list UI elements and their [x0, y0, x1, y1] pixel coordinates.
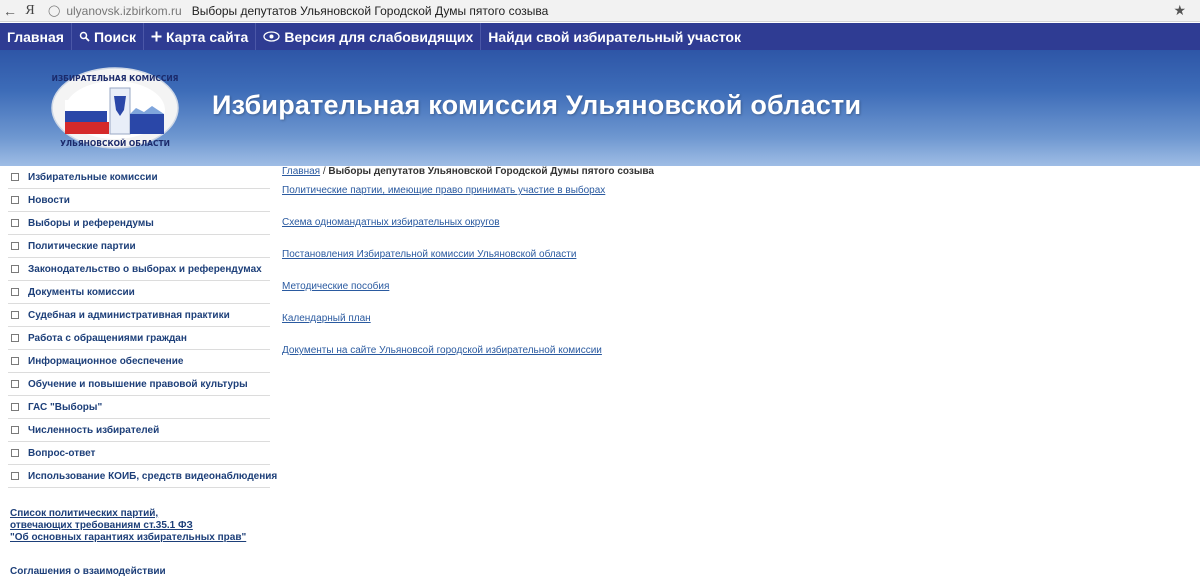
sidebar-item-label: Обучение и повышение правовой культуры [28, 378, 248, 390]
party-list-link[interactable]: Список политических партий, отвечающих т… [10, 508, 280, 544]
sidebar-item-information[interactable]: Информационное обеспечение [8, 350, 270, 373]
page-icon: ◯ [48, 5, 61, 17]
party-list-line: отвечающих требованиям ст.35.1 ФЗ [10, 520, 193, 531]
sidebar-item-court-practice[interactable]: Судебная и административная практики [8, 304, 270, 327]
sidebar-item-label: Вопрос-ответ [28, 447, 96, 459]
sidebar-item-label: Информационное обеспечение [28, 355, 184, 367]
square-bullet-icon [11, 403, 19, 411]
sidebar-item-gas-vybory[interactable]: ГАС "Выборы" [8, 396, 270, 419]
square-bullet-icon [11, 242, 19, 250]
sidebar-item-legislation[interactable]: Законодательство о выборах и референдума… [8, 258, 270, 281]
sidebar-extra-links: Список политических партий, отвечающих т… [10, 508, 280, 577]
sidebar-item-voter-count[interactable]: Численность избирателей [8, 419, 270, 442]
square-bullet-icon [11, 265, 19, 273]
square-bullet-icon [11, 311, 19, 319]
main-content: Главная / Выборы депутатов Ульяновской Г… [282, 166, 1182, 377]
breadcrumb: Главная / Выборы депутатов Ульяновской Г… [282, 166, 1182, 178]
address-bar-title[interactable]: Выборы депутатов Ульяновской Городской Д… [192, 4, 549, 18]
square-bullet-icon [11, 288, 19, 296]
sidebar-menu: Избирательные комиссии Новости Выборы и … [8, 166, 277, 488]
sidebar-item-koib[interactable]: Использование КОИБ, средств видеонаблюде… [8, 465, 277, 488]
sidebar-item-label: Работа с обращениями граждан [28, 332, 187, 344]
nav-search[interactable]: Поиск [72, 23, 144, 50]
sidebar-item-label: Избирательные комиссии [28, 171, 158, 183]
nav-find-precinct-label: Найди свой избирательный участок [488, 28, 741, 45]
sidebar-item-education[interactable]: Обучение и повышение правовой культуры [8, 373, 270, 396]
nav-sitemap-label: Карта сайта [165, 28, 249, 45]
nav-sitemap[interactable]: Карта сайта [144, 23, 257, 50]
square-bullet-icon [11, 357, 19, 365]
breadcrumb-home-link[interactable]: Главная [282, 166, 320, 177]
square-bullet-icon [11, 334, 19, 342]
link-calendar-plan[interactable]: Календарный план [282, 313, 1182, 345]
site-title: Избирательная комиссия Ульяновской облас… [212, 90, 862, 120]
link-resolutions[interactable]: Постановления Избирательной комиссии Уль… [282, 249, 1182, 281]
election-links-list: Политические партии, имеющие право прини… [282, 185, 1182, 377]
logo-text-bottom: УЛЬЯНОВСКОЙ ОБЛАСТИ [60, 139, 170, 148]
eye-icon [263, 29, 281, 45]
sidebar-item-label: ГАС "Выборы" [28, 401, 103, 413]
sidebar-item-commissions[interactable]: Избирательные комиссии [8, 166, 270, 189]
sidebar-item-faq[interactable]: Вопрос-ответ [8, 442, 270, 465]
sidebar-item-label: Документы комиссии [28, 286, 135, 298]
nav-find-precinct[interactable]: Найди свой избирательный участок [481, 23, 748, 50]
commission-logo[interactable]: ИЗБИРАТЕЛЬНАЯ КОМИССИЯ УЛЬЯНОВСКОЙ ОБЛАС… [50, 66, 180, 150]
square-bullet-icon [11, 472, 19, 480]
sidebar-item-documents[interactable]: Документы комиссии [8, 281, 270, 304]
sidebar-item-label: Законодательство о выборах и референдума… [28, 263, 262, 275]
plus-icon [151, 29, 162, 45]
search-icon [79, 29, 90, 45]
square-bullet-icon [11, 196, 19, 204]
star-icon[interactable]: ★ [1173, 2, 1186, 19]
header-banner: ИЗБИРАТЕЛЬНАЯ КОМИССИЯ УЛЬЯНОВСКОЙ ОБЛАС… [0, 50, 1200, 166]
link-districts-scheme[interactable]: Схема одномандатных избирательных округо… [282, 217, 1182, 249]
sidebar-item-appeals[interactable]: Работа с обращениями граждан [8, 327, 270, 350]
browser-logo[interactable]: Я [20, 3, 40, 19]
square-bullet-icon [11, 426, 19, 434]
square-bullet-icon [11, 219, 19, 227]
nav-search-label: Поиск [93, 28, 136, 45]
logo-text-top: ИЗБИРАТЕЛЬНАЯ КОМИССИЯ [52, 74, 179, 83]
back-arrow-icon[interactable]: ← [0, 0, 20, 22]
square-bullet-icon [11, 449, 19, 457]
square-bullet-icon [11, 380, 19, 388]
sidebar-item-label: Выборы и референдумы [28, 217, 154, 229]
sidebar-item-label: Численность избирателей [28, 424, 160, 436]
agreements-link[interactable]: Соглашения о взаимодействии [10, 566, 280, 577]
nav-home[interactable]: Главная [0, 23, 72, 50]
breadcrumb-current: Выборы депутатов Ульяновской Городской Д… [328, 166, 654, 177]
sidebar-item-label: Новости [28, 194, 70, 206]
link-city-commission-docs[interactable]: Документы на сайте Ульяновсой городской … [282, 345, 1182, 377]
nav-home-label: Главная [7, 28, 64, 45]
sidebar-item-news[interactable]: Новости [8, 189, 270, 212]
party-list-line: "Об основных гарантиях избирательных пра… [10, 532, 247, 543]
sidebar-item-parties[interactable]: Политические партии [8, 235, 270, 258]
square-bullet-icon [11, 173, 19, 181]
sidebar-item-label: Судебная и административная практики [28, 309, 230, 321]
browser-toolbar: ← Я ◯ ulyanovsk.izbirkom.ru Выборы депут… [0, 0, 1200, 22]
address-bar-url[interactable]: ulyanovsk.izbirkom.ru [66, 4, 181, 18]
sidebar-item-label: Политические партии [28, 240, 136, 252]
party-list-line: Список политических партий, [10, 508, 159, 519]
sidebar-item-elections[interactable]: Выборы и референдумы [8, 212, 270, 235]
sidebar-item-label: Использование КОИБ, средств видеонаблюде… [28, 470, 278, 482]
link-manuals[interactable]: Методические пособия [282, 281, 1182, 313]
link-parties-eligible[interactable]: Политические партии, имеющие право прини… [282, 185, 1182, 217]
nav-accessibility-label: Версия для слабовидящих [284, 28, 474, 45]
top-navigation: Главная Поиск Карта сайта Версия для сла… [0, 23, 1200, 50]
nav-accessibility[interactable]: Версия для слабовидящих [256, 23, 482, 50]
